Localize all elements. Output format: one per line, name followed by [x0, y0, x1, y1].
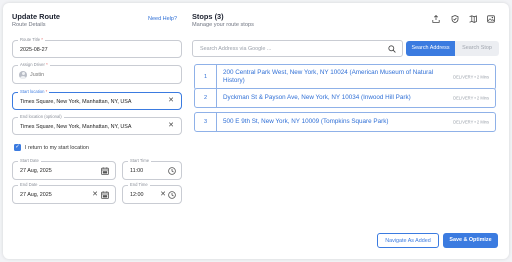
end-location-label: End location (optional): [18, 114, 64, 120]
end-time-value: 12:00: [130, 192, 144, 198]
navigate-as-added-button[interactable]: Navigate As Added: [377, 233, 439, 248]
stop-item[interactable]: 2 Dyckman St & Payson Ave, New York, NY …: [194, 88, 496, 108]
stop-item[interactable]: 1 200 Central Park West, New York, NY 10…: [194, 64, 496, 90]
stop-meta: DELIVERY • 2 Mins: [453, 95, 489, 101]
start-date-field[interactable]: Start Date 27 Aug, 2025: [12, 158, 116, 180]
assign-driver-label: Assign Driver *: [18, 62, 50, 68]
assign-driver-value: Justin: [30, 72, 45, 78]
stop-address: 200 Central Park West, New York, NY 1002…: [223, 69, 434, 84]
route-title-value: 2025-08-27: [20, 47, 48, 53]
stops-title: Stops (3): [192, 12, 224, 21]
clock-icon[interactable]: [168, 167, 176, 175]
clear-end-date-icon[interactable]: ✕: [92, 190, 98, 198]
stop-address: 500 E 9th St, New York, NY 10009 (Tompki…: [223, 118, 389, 125]
stop-meta: DELIVERY • 2 Mins: [453, 74, 489, 80]
page-title: Update Route: [12, 12, 61, 21]
stop-number: 1: [195, 65, 217, 89]
start-location-field[interactable]: Start location * Times Square, New York,…: [12, 89, 182, 110]
search-stop-toggle[interactable]: Search Stop: [455, 41, 499, 56]
stops-subtitle: Manage your route stops: [192, 22, 254, 28]
stop-address: Dyckman St & Payson Ave, New York, NY 10…: [223, 94, 411, 101]
search-icon[interactable]: [388, 45, 396, 53]
page-subtitle: Route Details: [12, 22, 46, 28]
route-title-label: Route Title *: [18, 37, 45, 43]
save-optimize-button[interactable]: Save & Optimize: [443, 233, 498, 248]
stop-search-input[interactable]: Search Address via Google ...: [192, 40, 403, 57]
need-help-link[interactable]: Need Help?: [148, 16, 177, 22]
start-time-value: 11:00: [130, 168, 144, 174]
start-location-value: Times Square, New York, Manhattan, NY, U…: [20, 99, 132, 105]
export-icon[interactable]: [432, 15, 440, 23]
end-date-label: End Date: [18, 182, 40, 188]
stop-meta: DELIVERY • 2 Mins: [453, 119, 489, 125]
clear-start-location-icon[interactable]: ✕: [168, 96, 174, 104]
start-date-value: 27 Aug, 2025: [20, 168, 52, 174]
calendar-icon[interactable]: [101, 191, 109, 199]
end-date-field[interactable]: End Date 27 Aug, 2025 ✕: [12, 182, 116, 204]
clock-icon[interactable]: [168, 191, 176, 199]
start-time-label: Start Time: [128, 158, 152, 164]
stop-number: 3: [195, 113, 217, 131]
search-address-toggle[interactable]: Search Address: [406, 41, 455, 56]
start-date-label: Start Date: [18, 158, 41, 164]
clear-end-location-icon[interactable]: ✕: [168, 121, 174, 129]
avatar: [19, 71, 27, 79]
route-title-field[interactable]: Route Title * 2025-08-27: [12, 37, 182, 58]
end-location-field[interactable]: End location (optional) Times Square, Ne…: [12, 114, 182, 135]
start-time-field[interactable]: Start Time 11:00: [122, 158, 182, 180]
stop-number: 2: [195, 89, 217, 107]
return-to-start-checkbox[interactable]: ✓: [14, 144, 21, 151]
image-icon[interactable]: [487, 15, 495, 23]
stop-item[interactable]: 3 500 E 9th St, New York, NY 10009 (Tomp…: [194, 112, 496, 132]
end-time-field[interactable]: End Time 12:00 ✕: [122, 182, 182, 204]
end-location-value: Times Square, New York, Manhattan, NY, U…: [20, 124, 132, 130]
return-to-start-label: I return to my start location: [25, 145, 89, 151]
clear-end-time-icon[interactable]: ✕: [160, 190, 166, 198]
start-location-label: Start location *: [18, 89, 50, 95]
end-date-value: 27 Aug, 2025: [20, 192, 52, 198]
assign-driver-select[interactable]: Assign Driver * Justin: [12, 62, 182, 84]
shield-icon[interactable]: [451, 15, 459, 23]
end-time-label: End Time: [128, 182, 150, 188]
search-placeholder: Search Address via Google ...: [200, 46, 272, 52]
calendar-icon[interactable]: [101, 167, 109, 175]
map-icon[interactable]: [469, 15, 477, 23]
